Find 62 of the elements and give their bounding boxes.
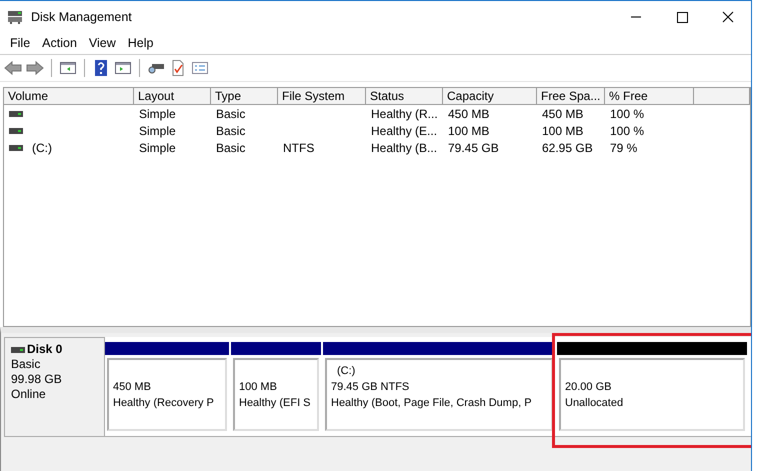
back-arrow-icon[interactable] <box>4 60 22 76</box>
drive-icon <box>11 346 25 352</box>
table-cell: Simple <box>139 106 176 120</box>
column-header[interactable]: Capacity <box>443 88 537 105</box>
disk-type: Basic <box>11 357 42 372</box>
partition-block[interactable]: 450 MB Healthy (Recovery P <box>107 358 227 431</box>
table-cell: 100 MB <box>448 124 490 138</box>
menu-item[interactable]: Help <box>122 36 160 50</box>
column-header[interactable]: Free Spa... <box>537 88 605 105</box>
table-cell: Healthy (B... <box>371 140 438 154</box>
table-cell: 100 % <box>610 124 644 138</box>
partition-size: 79.45 GB NTFS <box>331 380 410 395</box>
column-header[interactable]: Status <box>366 88 443 105</box>
partition-block[interactable]: 100 MB Healthy (EFI S <box>233 358 319 431</box>
table-cell: 79 % <box>610 140 638 154</box>
table-cell: Basic <box>216 140 246 154</box>
column-header[interactable]: Volume <box>4 88 134 105</box>
table-cell: Basic <box>216 124 246 138</box>
menu-item[interactable]: View <box>82 36 122 50</box>
table-cell: 100 % <box>610 106 644 120</box>
disk-icon <box>7 10 23 24</box>
disk-status: Online <box>11 387 47 402</box>
partition-status: Healthy (Recovery P <box>113 396 215 411</box>
panel-icon[interactable] <box>114 60 132 76</box>
forward-arrow-icon[interactable] <box>26 60 44 76</box>
properties-icon[interactable] <box>191 60 209 76</box>
table-cell: 100 MB <box>542 124 584 138</box>
table-cell: 79.45 GB <box>448 140 499 154</box>
table-cell: Simple <box>139 124 176 138</box>
disk-size: 99.98 GB <box>11 372 63 387</box>
column-header[interactable]: File System <box>278 88 366 105</box>
disk-name: Disk 0 <box>27 342 62 357</box>
table-cell: Healthy (R... <box>371 106 438 120</box>
table-cell: 450 MB <box>542 106 584 120</box>
partition-block[interactable]: 20.00 GB Unallocated <box>559 358 745 431</box>
column-header[interactable]: Layout <box>134 88 211 105</box>
column-header[interactable]: Type <box>211 88 278 105</box>
drive-icon <box>9 128 23 134</box>
panel-icon[interactable] <box>59 60 77 76</box>
drive-icon <box>9 110 23 116</box>
disk-info-panel[interactable]: Disk 0 Basic 99.98 GB Online <box>4 337 105 437</box>
partition-block[interactable]: (C:) 79.45 GB NTFS Healthy (Boot, Page File, Crash Dump, P <box>325 358 553 431</box>
window-title: Disk Management <box>31 10 132 24</box>
drive-icon <box>9 144 23 150</box>
table-cell: Simple <box>139 140 176 154</box>
partition-status: Unallocated <box>565 396 624 411</box>
table-cell: Healthy (E... <box>371 124 438 138</box>
help-icon[interactable] <box>92 60 110 76</box>
table-cell: 62.95 GB <box>542 140 593 154</box>
column-header[interactable]: % Free <box>605 88 694 105</box>
menu-item[interactable]: File <box>4 36 36 50</box>
partition-size: 450 MB <box>113 380 152 395</box>
partition-status: Healthy (Boot, Page File, Crash Dump, P <box>331 396 533 411</box>
partition-status: Healthy (EFI S <box>239 396 312 411</box>
table-cell: 450 MB <box>448 106 490 120</box>
table-cell: NTFS <box>283 140 314 154</box>
partition-label: (C:) <box>336 364 356 379</box>
partition-size: 20.00 GB <box>565 380 612 395</box>
table-cell: (C:) <box>32 140 52 154</box>
table-cell: Basic <box>216 106 246 120</box>
menu-item[interactable]: Action <box>36 36 83 50</box>
partition-size: 100 MB <box>239 380 278 395</box>
